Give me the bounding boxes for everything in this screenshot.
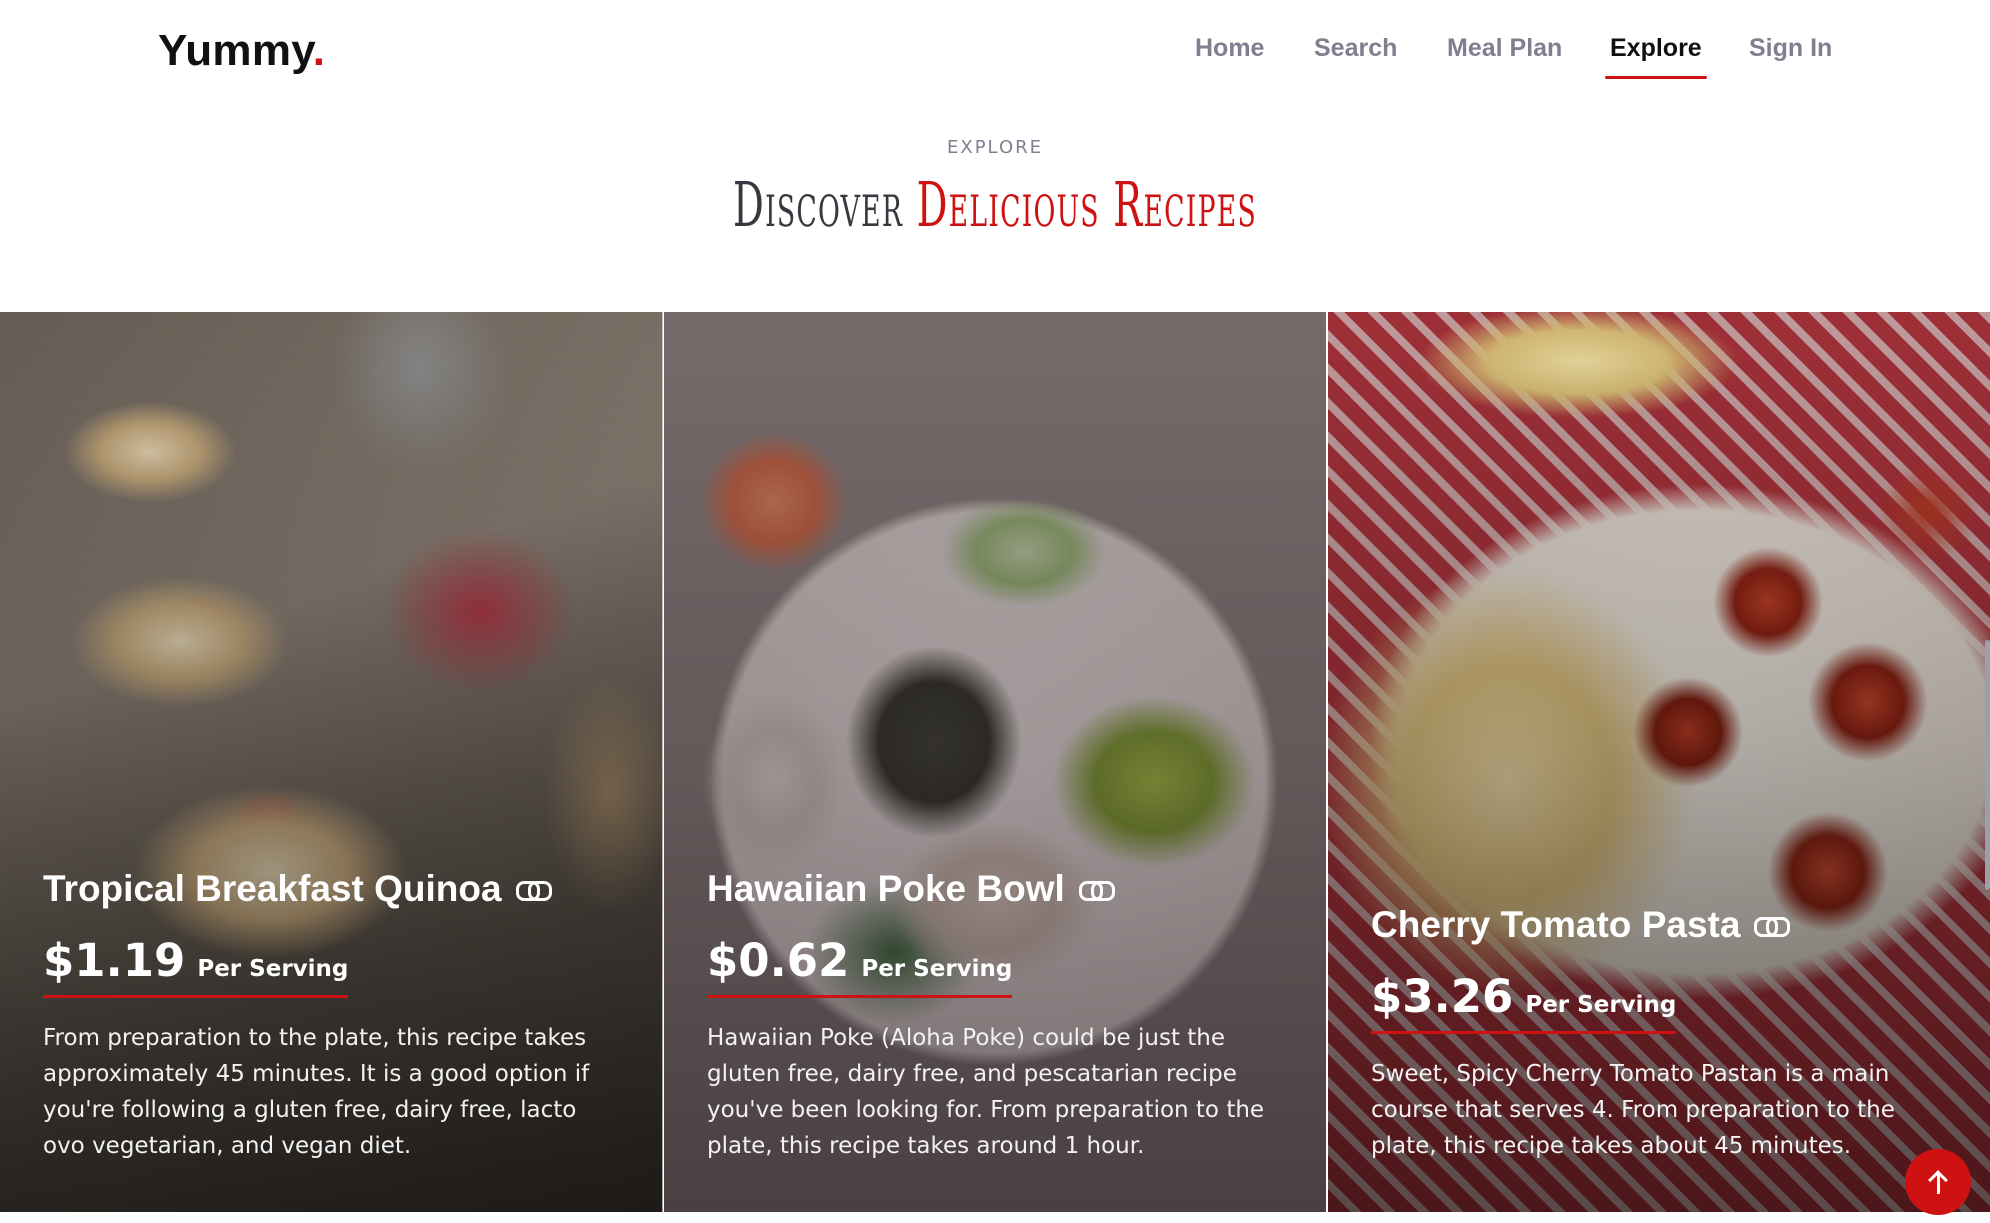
price-block: $1.19 Per Serving [43, 934, 349, 998]
recipe-price: $1.19 [43, 934, 186, 987]
recipe-content: Tropical Breakfast Quinoa $1.19 Per Serv… [43, 868, 620, 1164]
price-block: $0.62 Per Serving [707, 934, 1013, 998]
title-plain: Discover [733, 168, 904, 241]
recipe-price: $0.62 [707, 934, 850, 987]
link-icon[interactable] [1078, 880, 1115, 901]
recipe-description: Hawaiian Poke (Aloha Poke) could be just… [707, 1025, 1265, 1159]
nav-search[interactable]: Search [1314, 34, 1397, 63]
section-eyebrow: EXPLORE [947, 137, 1043, 158]
nav-meal-plan[interactable]: Meal Plan [1447, 34, 1562, 63]
nav-sign-in[interactable]: Sign In [1749, 34, 1832, 63]
recipe-description: From preparation to the plate, this reci… [43, 1025, 590, 1159]
price-block: $3.26 Per Serving [1371, 970, 1677, 1034]
scrollbar-thumb[interactable] [1985, 640, 1990, 890]
recipe-title[interactable]: Hawaiian Poke Bowl [707, 868, 1283, 910]
recipe-title[interactable]: Cherry Tomato Pasta [1371, 904, 1947, 946]
link-icon[interactable] [1754, 916, 1791, 937]
nav-explore[interactable]: Explore [1605, 34, 1707, 79]
title-accent: Delicious Recipes [916, 168, 1257, 241]
site-header: Yummy. Home Search Meal Plan Explore Sig… [0, 0, 1990, 106]
per-serving-label: Per Serving [861, 956, 1013, 982]
section-title: Discover Delicious Recipes [378, 168, 1612, 241]
recipe-title[interactable]: Tropical Breakfast Quinoa [43, 868, 620, 910]
logo[interactable]: Yummy. [158, 26, 325, 76]
recipe-card-quinoa[interactable]: Tropical Breakfast Quinoa $1.19 Per Serv… [0, 312, 663, 1212]
per-serving-label: Per Serving [197, 956, 349, 982]
recipe-cards: Tropical Breakfast Quinoa $1.19 Per Serv… [0, 312, 1990, 1212]
recipe-card-poke[interactable]: Hawaiian Poke Bowl $0.62 Per Serving Haw… [664, 312, 1326, 1212]
recipe-content: Cherry Tomato Pasta $3.26 Per Serving Sw… [1371, 904, 1947, 1164]
nav-home[interactable]: Home [1195, 34, 1264, 63]
arrow-up-icon [1928, 1170, 1948, 1194]
recipe-content: Hawaiian Poke Bowl $0.62 Per Serving Haw… [707, 868, 1283, 1164]
link-icon[interactable] [515, 880, 552, 901]
recipe-description: Sweet, Spicy Cherry Tomato Pastan is a m… [1371, 1061, 1895, 1159]
per-serving-label: Per Serving [1525, 992, 1677, 1018]
recipe-price: $3.26 [1371, 970, 1514, 1023]
back-to-top-button[interactable] [1905, 1149, 1971, 1215]
recipe-card-pasta[interactable]: Cherry Tomato Pasta $3.26 Per Serving Sw… [1328, 312, 1990, 1212]
